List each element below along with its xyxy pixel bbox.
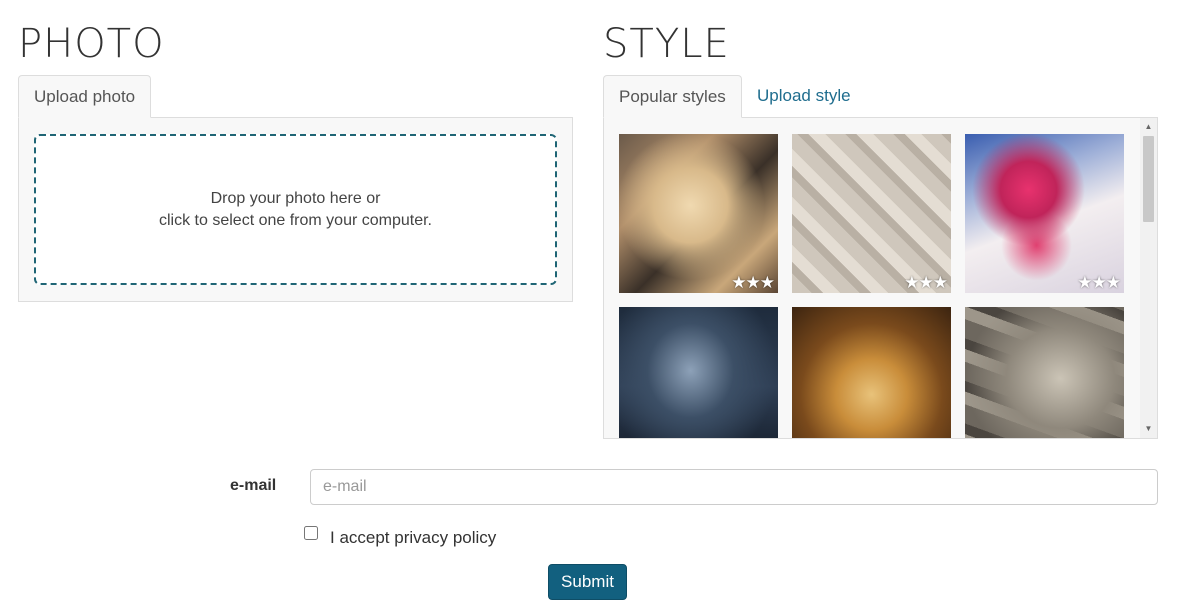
rating-stars: ★★★	[731, 273, 775, 292]
dropzone-line-2: click to select one from your computer.	[159, 211, 432, 229]
photo-heading: PHOTO	[18, 21, 165, 67]
style-gallery: ★★★ ★★★ ★★★	[603, 117, 1158, 439]
style-thumbnail-stone-wall-face[interactable]	[965, 307, 1124, 438]
style-thumbnail-cubist-portrait[interactable]: ★★★	[619, 134, 778, 293]
submit-button[interactable]: Submit	[548, 564, 627, 600]
email-label: e-mail	[230, 477, 277, 494]
tab-popular-styles[interactable]: Popular styles	[603, 75, 742, 118]
gallery-scrollbar[interactable]: ▲ ▼	[1140, 118, 1157, 438]
privacy-label[interactable]: I accept privacy policy	[330, 528, 496, 548]
tab-upload-style[interactable]: Upload style	[742, 75, 866, 118]
style-thumbnail-flower-face[interactable]: ★★★	[965, 134, 1124, 293]
style-heading: STYLE	[603, 21, 730, 67]
style-thumbnail-starry-silhouette[interactable]	[619, 307, 778, 438]
photo-panel: Drop your photo here or click to select …	[18, 117, 573, 302]
tab-upload-photo[interactable]: Upload photo	[18, 75, 152, 118]
style-thumbnail-stone-face[interactable]: ★★★	[792, 134, 951, 293]
dropzone-line-1: Drop your photo here or	[210, 189, 381, 207]
scroll-down-arrow-icon[interactable]: ▼	[1140, 422, 1157, 436]
email-input[interactable]	[310, 469, 1158, 505]
style-thumbnail-lion[interactable]	[792, 307, 951, 438]
privacy-checkbox[interactable]	[304, 526, 318, 540]
scrollbar-thumb[interactable]	[1143, 136, 1154, 222]
rating-stars: ★★★	[1077, 273, 1121, 292]
rating-stars: ★★★	[904, 273, 948, 292]
photo-dropzone[interactable]: Drop your photo here or click to select …	[34, 134, 557, 285]
scroll-up-arrow-icon[interactable]: ▲	[1140, 120, 1157, 134]
